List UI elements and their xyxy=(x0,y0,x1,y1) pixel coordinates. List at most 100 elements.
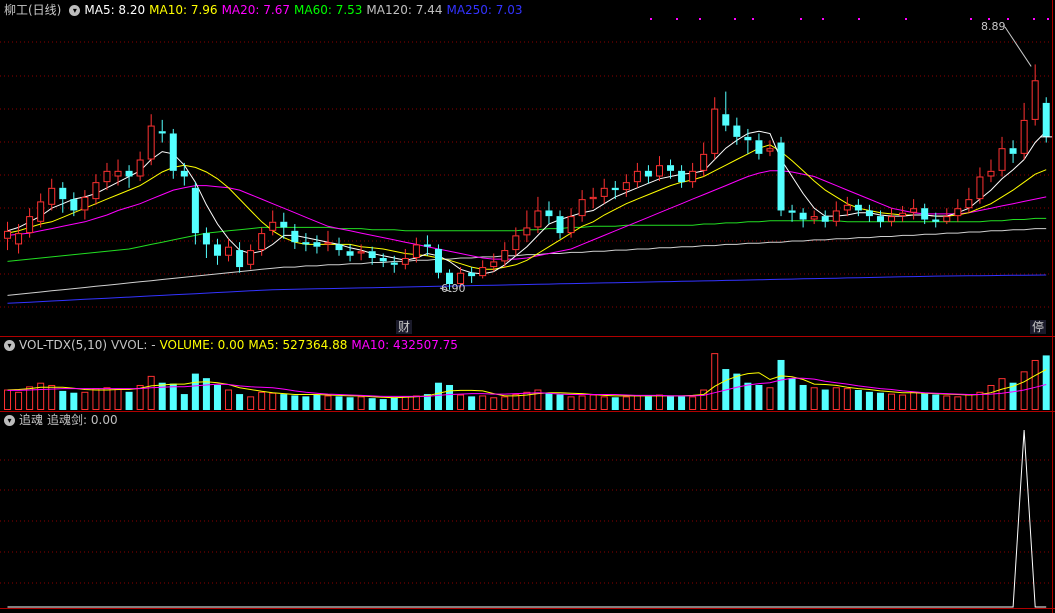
candle[interactable] xyxy=(755,133,763,160)
candle[interactable] xyxy=(313,235,321,254)
candle[interactable] xyxy=(1020,102,1028,160)
candle[interactable] xyxy=(1009,140,1017,163)
volume-bar[interactable] xyxy=(633,395,641,411)
volume-bar[interactable] xyxy=(324,395,332,411)
candle[interactable] xyxy=(954,199,962,222)
candle[interactable] xyxy=(733,117,741,145)
volume-bar[interactable] xyxy=(468,396,476,410)
volume-bar[interactable] xyxy=(777,359,785,410)
candle[interactable] xyxy=(921,203,929,225)
volume-bar[interactable] xyxy=(490,397,498,411)
candle[interactable] xyxy=(832,201,840,227)
candle[interactable] xyxy=(136,151,144,182)
volume-bar[interactable] xyxy=(368,398,376,410)
candle[interactable] xyxy=(1031,64,1039,126)
candle[interactable] xyxy=(998,136,1006,177)
volume-bar[interactable] xyxy=(446,384,454,410)
volume-bar[interactable] xyxy=(655,394,663,410)
volume-bar[interactable] xyxy=(899,394,907,410)
candle[interactable] xyxy=(943,208,951,225)
volume-bar[interactable] xyxy=(390,397,398,410)
candle[interactable] xyxy=(401,248,409,270)
candle[interactable] xyxy=(523,210,531,243)
candle[interactable] xyxy=(103,162,111,191)
candle[interactable] xyxy=(236,242,244,273)
candlesticks[interactable] xyxy=(4,64,1050,290)
candle[interactable] xyxy=(81,190,89,220)
candle[interactable] xyxy=(1042,97,1050,143)
volume-bar[interactable] xyxy=(667,395,675,410)
volume-bar[interactable] xyxy=(236,394,244,410)
volume-bar[interactable] xyxy=(854,389,862,410)
candle[interactable] xyxy=(644,165,652,184)
candle[interactable] xyxy=(125,165,133,188)
volume-bar[interactable] xyxy=(865,391,873,410)
candle[interactable] xyxy=(434,244,442,279)
volume-bar[interactable] xyxy=(567,396,575,410)
volume-bar[interactable] xyxy=(733,373,741,410)
candle[interactable] xyxy=(158,119,166,143)
volume-bar[interactable] xyxy=(921,393,929,410)
candle[interactable] xyxy=(225,238,233,262)
candle[interactable] xyxy=(788,204,796,222)
volume-bar[interactable] xyxy=(335,396,343,410)
volume-bars[interactable] xyxy=(4,353,1050,411)
candle[interactable] xyxy=(280,212,288,239)
settings-circle-icon[interactable]: ▾ xyxy=(4,340,15,351)
volume-bar[interactable] xyxy=(799,384,807,410)
candle[interactable] xyxy=(678,165,686,188)
volume-bar[interactable] xyxy=(689,396,697,410)
volume-bar[interactable] xyxy=(1031,359,1039,410)
candle[interactable] xyxy=(777,136,785,217)
volume-bar[interactable] xyxy=(92,388,100,410)
candle[interactable] xyxy=(600,178,608,204)
volume-bar[interactable] xyxy=(103,387,111,411)
candle[interactable] xyxy=(976,167,984,204)
candle[interactable] xyxy=(655,156,663,182)
volume-bar[interactable] xyxy=(788,378,796,410)
volume-bar[interactable] xyxy=(832,387,840,411)
volume-bar[interactable] xyxy=(810,387,818,411)
volume-bar[interactable] xyxy=(998,378,1006,410)
volume-bar[interactable] xyxy=(512,394,520,410)
volume-bar[interactable] xyxy=(611,397,619,410)
volume-bar[interactable] xyxy=(191,373,199,410)
volume-bar[interactable] xyxy=(965,394,973,410)
volume-bar[interactable] xyxy=(147,375,155,410)
candle[interactable] xyxy=(567,208,575,238)
candle[interactable] xyxy=(468,267,476,283)
candle[interactable] xyxy=(92,174,100,205)
volume-bar[interactable] xyxy=(412,395,420,411)
volume-bar[interactable] xyxy=(114,389,122,411)
volume-bar[interactable] xyxy=(888,393,896,411)
candle[interactable] xyxy=(202,227,210,259)
candle[interactable] xyxy=(335,237,343,256)
volume-bar[interactable] xyxy=(357,396,365,410)
volume-bar[interactable] xyxy=(379,399,387,410)
candle[interactable] xyxy=(810,210,818,225)
volume-bar[interactable] xyxy=(644,396,652,410)
candle[interactable] xyxy=(479,260,487,279)
volume-bar[interactable] xyxy=(711,353,719,411)
kline-chart[interactable] xyxy=(0,0,1055,613)
volume-bar[interactable] xyxy=(766,387,774,411)
candle[interactable] xyxy=(70,192,78,217)
volume-bar[interactable] xyxy=(302,396,310,410)
candle[interactable] xyxy=(423,235,431,256)
candle[interactable] xyxy=(556,210,564,239)
volume-bar[interactable] xyxy=(501,396,509,410)
candle[interactable] xyxy=(932,212,940,228)
volume-bar[interactable] xyxy=(291,395,299,410)
volume-bar[interactable] xyxy=(202,378,210,410)
volume-bar[interactable] xyxy=(59,390,67,410)
volume-bar[interactable] xyxy=(1042,355,1050,410)
candle[interactable] xyxy=(545,201,553,225)
volume-bar[interactable] xyxy=(987,384,995,410)
settings-circle-icon[interactable]: ▾ xyxy=(69,5,81,16)
candle[interactable] xyxy=(213,238,221,265)
volume-bar[interactable] xyxy=(556,394,564,410)
volume-bar[interactable] xyxy=(313,394,321,410)
candle[interactable] xyxy=(180,162,188,186)
volume-bar[interactable] xyxy=(269,392,277,410)
candle[interactable] xyxy=(633,162,641,188)
